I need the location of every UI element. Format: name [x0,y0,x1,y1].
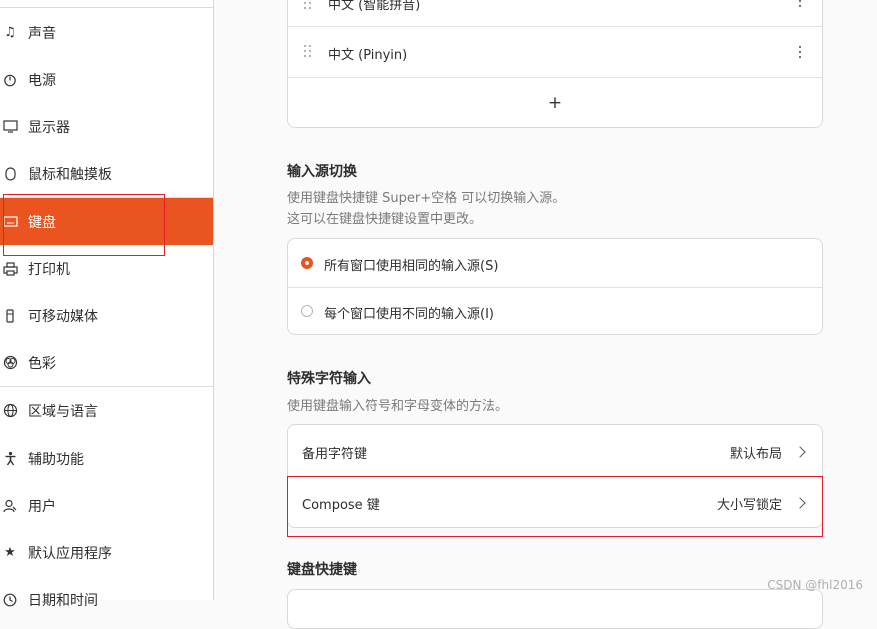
row-value: 默认布局 [729,447,782,462]
section-title-shortcuts: 键盘快捷键 [287,562,357,578]
sidebar-item-label: 色彩 [28,355,56,372]
radio-label: 每个窗口使用不同的输入源(I) [324,307,494,322]
radio-option-same-source[interactable]: 所有窗口使用相同的输入源(S) [288,239,822,287]
shortcuts-card[interactable] [287,589,823,629]
row-value: 大小写锁定 [716,498,782,513]
sidebar-item-label: 声音 [28,25,56,42]
sidebar-item-power[interactable]: 电源 [0,56,213,103]
radio-selected-icon[interactable] [301,257,313,269]
sidebar-item-default-apps[interactable]: ★ 默认应用程序 [0,529,213,576]
sidebar-item-removable-media[interactable]: 可移动媒体 [0,292,213,339]
display-icon [2,119,18,135]
sidebar-item-label: 用户 [28,498,56,515]
sidebar-item-printer[interactable]: 打印机 [0,245,213,292]
color-icon [2,355,18,371]
user-icon [2,498,18,514]
sidebar-item-users[interactable]: 用户 [0,482,213,529]
more-options-icon[interactable] [798,46,802,58]
sidebar-item-keyboard[interactable]: 键盘 [0,198,213,245]
sidebar-item-label: 区域与语言 [28,403,98,420]
sidebar-item-sound[interactable]: ♫ 声音 [0,9,213,56]
row-label: 备用字符键 [302,447,368,462]
section-title-special-chars: 特殊字符输入 [287,371,371,387]
sidebar-item-label: 可移动媒体 [28,308,98,325]
accessibility-icon [2,451,18,467]
radio-unselected-icon[interactable] [301,305,313,317]
sidebar-item-display[interactable]: 显示器 [0,103,213,150]
sidebar-item-mouse[interactable]: 鼠标和触摸板 [0,150,213,197]
compose-key-row[interactable]: Compose 键 大小写锁定 [288,477,822,528]
sidebar-item-label: 电源 [28,72,56,89]
sidebar-item-label: 键盘 [28,214,56,231]
section-desc-line2: 这可以在键盘快捷键设置中更改。 [287,212,483,227]
input-source-label: 中文 (智能拼音) [328,0,421,13]
input-source-row[interactable]: 中文 (Pinyin) [288,27,822,77]
globe-icon [2,403,18,419]
more-options-icon[interactable] [798,0,802,7]
sidebar-item-region-language[interactable]: 区域与语言 [0,387,213,434]
chevron-right-icon [794,446,806,458]
sidebar-item-label: 鼠标和触摸板 [28,166,112,183]
printer-icon [2,261,18,277]
music-note-icon: ♫ [4,25,16,40]
input-sources-list: 中文 (智能拼音) 中文 (Pinyin) + [287,0,823,128]
section-desc: 使用键盘输入符号和字母变体的方法。 [287,399,509,414]
add-input-source-button[interactable]: + [288,78,822,128]
removable-media-icon [2,308,18,324]
alternate-chars-key-row[interactable]: 备用字符键 默认布局 [288,425,822,476]
section-title-switching: 输入源切换 [287,164,357,180]
sidebar-item-label: 默认应用程序 [28,545,112,562]
add-icon: + [547,93,563,113]
sidebar-item-accessibility[interactable]: 辅助功能 [0,435,213,482]
sidebar-item-label: 辅助功能 [28,451,84,468]
radio-option-per-window[interactable]: 每个窗口使用不同的输入源(I) [288,288,822,335]
radio-label: 所有窗口使用相同的输入源(S) [324,259,499,274]
drag-handle-icon[interactable] [304,0,314,11]
input-source-label: 中文 (Pinyin) [328,48,408,63]
star-icon: ★ [4,545,16,560]
sidebar-item-label: 显示器 [28,119,70,136]
sidebar-item-label: 打印机 [28,261,70,278]
switching-options: 所有窗口使用相同的输入源(S) 每个窗口使用不同的输入源(I) [287,238,823,335]
power-icon [2,72,18,88]
row-label: Compose 键 [302,498,380,513]
drag-handle-icon[interactable] [304,45,314,59]
watermark-text: CSDN @fhl2016 [767,578,863,592]
settings-sidebar: ♫ 声音 电源 显示器 鼠标和触摸板 键盘 打印机 可移动媒体 色彩 区域与语言… [0,0,214,609]
chevron-right-icon [794,497,806,509]
input-source-row[interactable]: 中文 (智能拼音) [288,0,822,26]
sidebar-divider [0,7,213,8]
mouse-icon [2,166,18,182]
special-chars-list: 备用字符键 默认布局 Compose 键 大小写锁定 [287,424,823,528]
keyboard-icon [2,214,18,230]
sidebar-item-color[interactable]: 色彩 [0,339,213,386]
section-desc-line1: 使用键盘快捷键 Super+空格 可以切换输入源。 [287,191,566,206]
